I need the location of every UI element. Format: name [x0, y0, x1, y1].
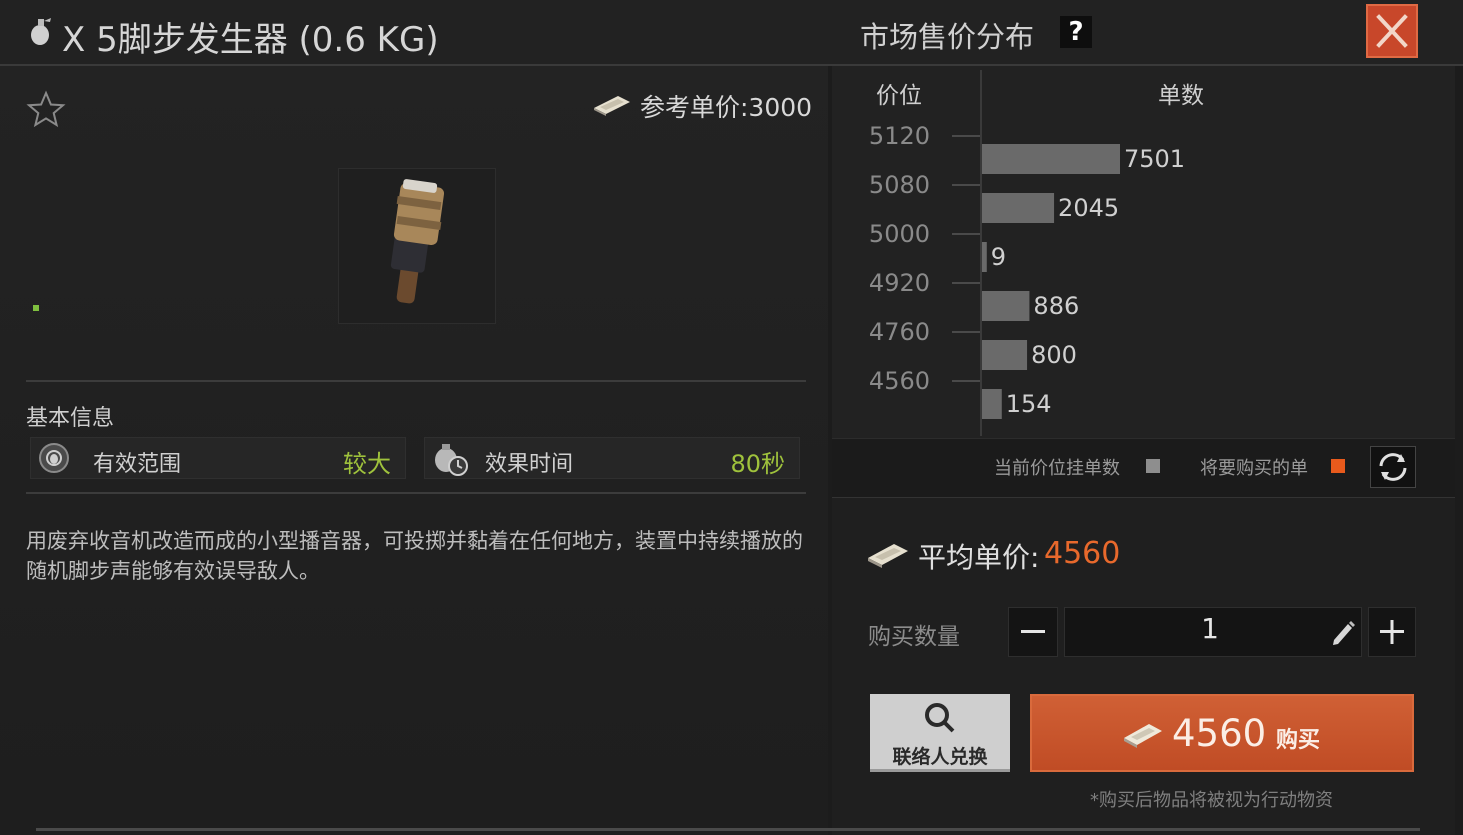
- cash-icon: [1124, 724, 1162, 748]
- price-tick-label: 5000: [869, 220, 930, 248]
- cash-icon: [868, 544, 908, 568]
- help-button[interactable]: ?: [1060, 16, 1092, 48]
- order-count-bar: [982, 291, 1030, 321]
- basic-info-heading: 基本信息: [26, 406, 115, 431]
- quantity-value: 1: [1201, 612, 1219, 645]
- purchase-footnote: *购买后物品将被视为行动物资: [1090, 790, 1333, 811]
- refresh-button[interactable]: [1370, 446, 1416, 488]
- close-button[interactable]: [1366, 4, 1418, 58]
- order-count-bar: [982, 193, 1055, 223]
- price-tick-label: 4560: [869, 367, 930, 395]
- legend-buy-orders: 将要购买的单: [1200, 458, 1308, 479]
- order-count-label: 2045: [1058, 194, 1119, 222]
- plus-icon: [1380, 620, 1404, 644]
- bottom-border: [36, 828, 1420, 831]
- status-dot: [33, 305, 39, 311]
- buy-price: 4560: [1172, 712, 1267, 755]
- quantity-label: 购买数量: [868, 624, 960, 650]
- contact-exchange-label: 联络人兑换: [892, 746, 988, 768]
- price-tick-label: 5120: [869, 122, 930, 150]
- order-count-bar: [982, 340, 1028, 370]
- chart-legend: [832, 438, 1455, 498]
- legend-buy-swatch: [1331, 459, 1345, 473]
- pencil-icon[interactable]: [1330, 618, 1356, 646]
- legend-current-swatch: [1146, 459, 1160, 473]
- item-title: X 5脚步发生器 (0.6 KG): [62, 20, 439, 60]
- price-tick-label: 4920: [869, 269, 930, 297]
- divider: [26, 492, 806, 494]
- minus-icon: [1021, 630, 1045, 633]
- order-count-label: 886: [1033, 292, 1079, 320]
- order-count-label: 7501: [1124, 145, 1185, 173]
- stat-value: 80秒: [730, 450, 785, 478]
- order-count-bar: [982, 389, 1002, 419]
- stat-name: 有效范围: [93, 452, 182, 477]
- order-count-label: 9: [991, 243, 1006, 271]
- stat-name: 效果时间: [485, 452, 574, 477]
- order-count-bar: [982, 144, 1120, 174]
- chart-plot: 5120 7501 5080 2045 5000 9 4920 886 4760 800 4560 1…: [869, 122, 1185, 419]
- reference-price: 参考单价:3000: [640, 93, 813, 122]
- timer-icon: [435, 444, 468, 476]
- stat-effect-duration: 效果时间 80秒: [424, 437, 800, 479]
- search-icon: [925, 703, 955, 733]
- divider: [26, 380, 806, 382]
- grenade-icon: [31, 18, 51, 45]
- price-tick-label: 5080: [869, 171, 930, 199]
- legend-current-orders: 当前价位挂单数: [994, 458, 1120, 479]
- close-icon: [1376, 14, 1408, 48]
- average-price-value: 4560: [1044, 536, 1121, 571]
- stat-effective-range: 有效范围 较大: [30, 437, 406, 479]
- order-count-bar: [982, 242, 987, 272]
- chart-x-axis-label: 单数: [1158, 83, 1204, 109]
- decrease-quantity-button[interactable]: [1008, 607, 1058, 657]
- buy-label: 购买: [1276, 728, 1321, 753]
- item-image-frame: [338, 168, 496, 324]
- refresh-icon: [1379, 453, 1407, 481]
- order-count-label: 800: [1031, 341, 1077, 369]
- cash-icon: [594, 96, 630, 116]
- chart-y-axis-label: 价位: [876, 83, 922, 109]
- favorite-star-icon[interactable]: [26, 90, 66, 130]
- footstep-generator-icon: [390, 179, 445, 304]
- increase-quantity-button[interactable]: [1368, 607, 1416, 657]
- average-price-label: 平均单价:: [918, 541, 1040, 574]
- order-count-label: 154: [1006, 390, 1052, 418]
- stat-value: 较大: [343, 450, 391, 478]
- market-title: 市场售价分布: [860, 20, 1035, 54]
- price-tick-label: 4760: [869, 318, 930, 346]
- item-description: 用废弃收音机改造而成的小型播音器，可投掷并黏着在任何地方，装置中持续播放的随机脚…: [26, 529, 803, 583]
- range-icon: [39, 443, 69, 473]
